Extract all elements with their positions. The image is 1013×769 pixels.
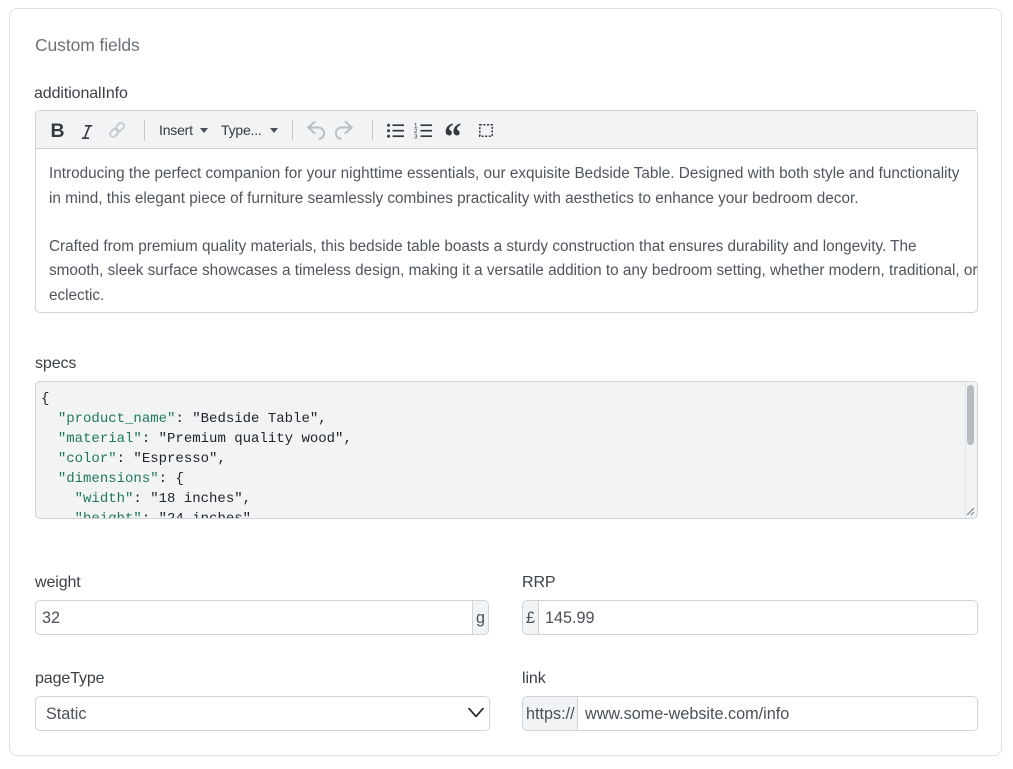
- svg-text:3: 3: [414, 134, 418, 139]
